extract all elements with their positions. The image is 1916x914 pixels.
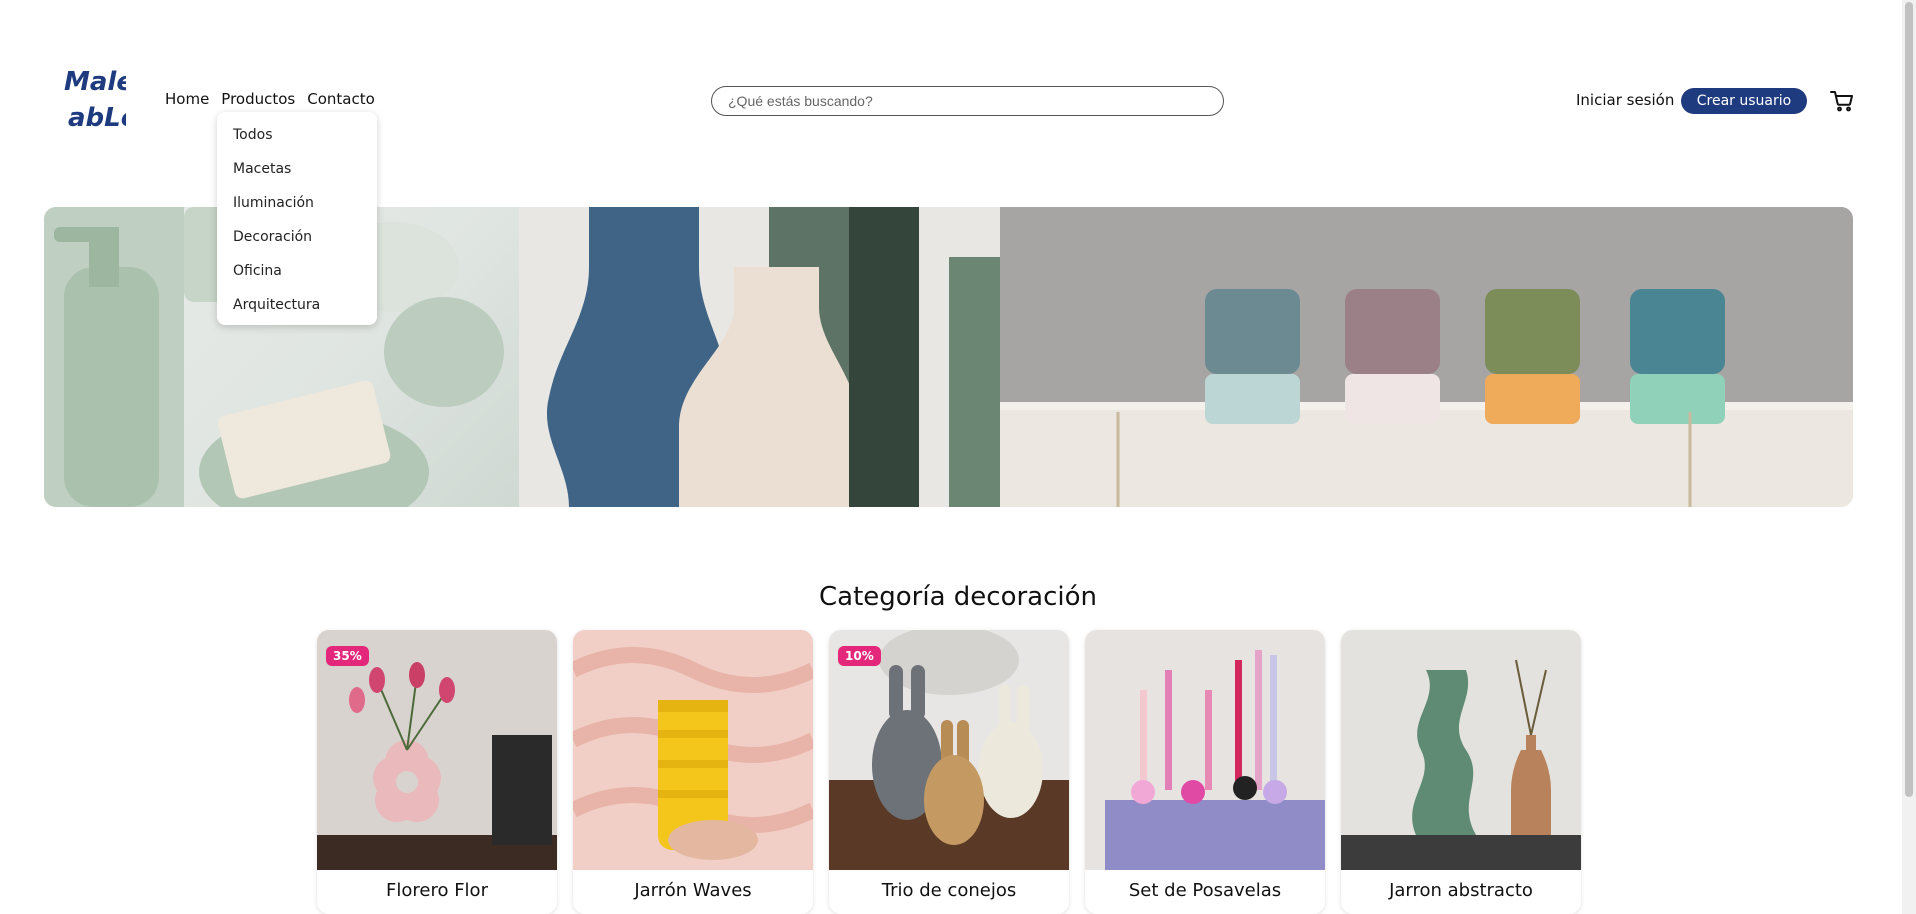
discount-badge: 10% [838, 646, 881, 666]
product-image-trio-de-conejos [829, 630, 1069, 870]
dropdown-item-macetas[interactable]: Macetas [217, 152, 377, 186]
nav-home[interactable]: Home [165, 90, 209, 108]
product-image-set-de-posavelas [1085, 630, 1325, 870]
brand-logo[interactable]: Male abLe [62, 60, 138, 138]
products-dropdown-menu: Todos Macetas Iluminación Decoración Ofi… [217, 112, 377, 325]
product-card[interactable]: 10% Trio de conejos [829, 630, 1069, 914]
product-image-jarron-waves [573, 630, 813, 870]
product-card[interactable]: Set de Posavelas [1085, 630, 1325, 914]
product-image-florero-flor [317, 630, 557, 870]
dropdown-item-iluminacion[interactable]: Iluminación [217, 186, 377, 220]
product-image-jarron-abstracto [1341, 630, 1581, 870]
nav-productos[interactable]: Productos [221, 90, 295, 108]
main-nav: Home Productos Contacto [165, 90, 375, 108]
svg-text:abLe: abLe [68, 103, 126, 133]
hero-image-vases [519, 207, 1000, 507]
product-card[interactable]: 35% Florero Flor [317, 630, 557, 914]
product-name: Jarron abstracto [1389, 880, 1533, 901]
dropdown-item-todos[interactable]: Todos [217, 118, 377, 152]
product-name: Set de Posavelas [1128, 880, 1282, 901]
product-name: Florero Flor [386, 880, 488, 901]
scrollbar-thumb[interactable] [1905, 2, 1913, 797]
cart-icon[interactable] [1830, 90, 1854, 112]
dropdown-item-decoracion[interactable]: Decoración [217, 220, 377, 254]
login-link[interactable]: Iniciar sesión [1576, 91, 1674, 109]
product-name: Trio de conejos [881, 880, 1017, 901]
search-input[interactable] [711, 86, 1224, 116]
product-list: 35% Florero Flor Jarrón Waves 10% Trio d… [317, 630, 1581, 914]
hero-image-candle-holders [1000, 207, 1853, 507]
nav-contacto[interactable]: Contacto [307, 90, 375, 108]
dropdown-item-arquitectura[interactable]: Arquitectura [217, 288, 377, 322]
product-card[interactable]: Jarron abstracto [1341, 630, 1581, 914]
page-scrollbar[interactable] [1902, 0, 1916, 914]
category-title: Categoría decoración [818, 582, 1098, 612]
svg-text:Male: Male [64, 67, 126, 97]
product-card[interactable]: Jarrón Waves [573, 630, 813, 914]
dropdown-item-oficina[interactable]: Oficina [217, 254, 377, 288]
discount-badge: 35% [326, 646, 369, 666]
product-name: Jarrón Waves [634, 880, 752, 901]
create-user-button[interactable]: Crear usuario [1681, 88, 1807, 114]
